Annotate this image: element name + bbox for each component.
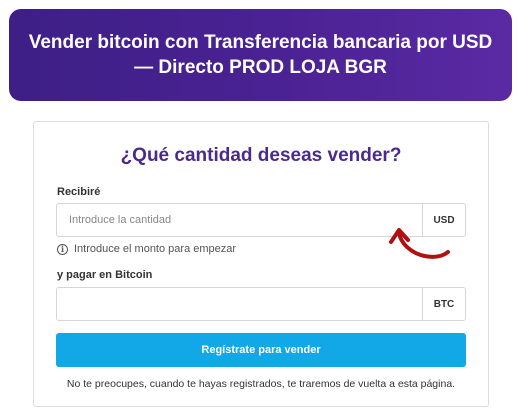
form-title: ¿Qué cantidad deseas vender? xyxy=(120,145,402,166)
hint-text: Introduce el monto para empezar xyxy=(74,243,237,255)
curved-arrow-icon xyxy=(389,228,450,259)
sell-form-card: ¿Qué cantidad deseas vender? Recibiré US… xyxy=(33,121,489,407)
page: Vender bitcoin con Transferencia bancari… xyxy=(0,0,519,415)
receive-label: Recibiré xyxy=(57,186,101,198)
register-to-sell-button[interactable]: Regístrate para vender xyxy=(56,333,466,367)
receive-amount-input[interactable] xyxy=(57,204,422,236)
footer-note: No te preocupes, cuando te hayas registr… xyxy=(66,378,456,390)
amount-hint: i Introduce el monto para empezar xyxy=(57,243,236,255)
pay-currency-addon: BTC xyxy=(422,288,465,320)
pay-input-group: BTC xyxy=(56,287,466,321)
info-icon: i xyxy=(57,243,68,255)
pay-amount-input[interactable] xyxy=(57,288,422,320)
pay-label: y pagar en Bitcoin xyxy=(57,269,153,281)
offer-banner: Vender bitcoin con Transferencia bancari… xyxy=(9,9,512,101)
offer-title: Vender bitcoin con Transferencia bancari… xyxy=(28,32,493,78)
